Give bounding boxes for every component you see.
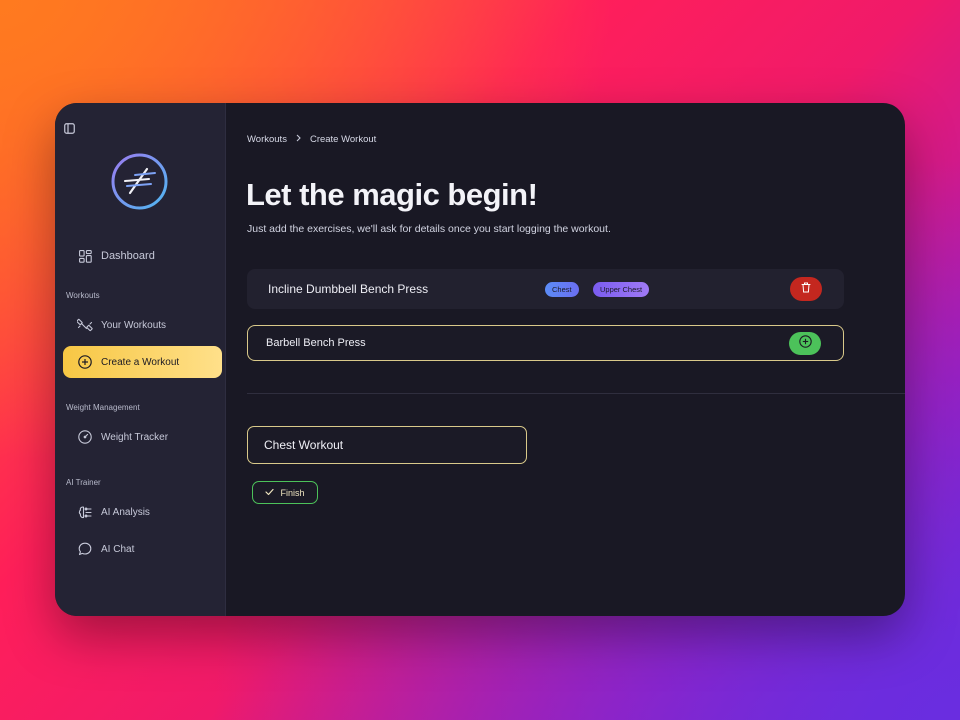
- plus-circle-icon: [77, 354, 93, 370]
- sidebar-item-weight-tracker[interactable]: Weight Tracker: [63, 421, 222, 453]
- muscle-tag: Chest: [545, 282, 579, 297]
- sidebar-item-label: Your Workouts: [101, 319, 167, 331]
- sidebar-item-your-workouts[interactable]: Your Workouts: [63, 309, 222, 341]
- workout-name-input[interactable]: [247, 426, 527, 464]
- divider: [247, 393, 905, 394]
- app-logo: [111, 153, 168, 210]
- main-content: Workouts Create Workout Let the magic be…: [226, 103, 905, 616]
- plus-circle-icon: [798, 334, 812, 353]
- delete-exercise-button[interactable]: [790, 277, 822, 301]
- sidebar-item-label: AI Analysis: [101, 506, 150, 518]
- page-subtitle: Just add the exercises, we'll ask for de…: [247, 223, 611, 235]
- sidebar-item-label: Weight Tracker: [101, 431, 169, 443]
- exercise-search-value: Barbell Bench Press: [266, 337, 366, 349]
- sidebar-item-dashboard[interactable]: Dashboard: [63, 240, 222, 272]
- sidebar-item-create-workout[interactable]: Create a Workout: [63, 346, 222, 378]
- breadcrumb: Workouts Create Workout: [247, 134, 376, 145]
- dumbbell-icon: [77, 317, 93, 333]
- trash-icon: [801, 280, 811, 298]
- sidebar-item-label: Dashboard: [101, 250, 155, 262]
- breadcrumb-link-workouts[interactable]: Workouts: [247, 134, 287, 145]
- add-exercise-row[interactable]: Barbell Bench Press: [247, 325, 844, 361]
- chevron-right-icon: [295, 134, 302, 145]
- section-label-weight: Weight Management: [66, 403, 140, 412]
- add-exercise-button[interactable]: [789, 332, 821, 355]
- app-window: Dashboard Workouts Your Workouts Create …: [55, 103, 905, 616]
- sidebar-item-ai-analysis[interactable]: AI Analysis: [63, 496, 222, 528]
- sidebar-toggle-icon[interactable]: [64, 121, 76, 134]
- brain-icon: [77, 504, 93, 520]
- exercise-name: Incline Dumbbell Bench Press: [268, 282, 429, 296]
- exercise-row: Incline Dumbbell Bench Press Chest Upper…: [247, 269, 844, 309]
- muscle-tag: Upper Chest: [593, 282, 650, 297]
- section-label-ai: AI Trainer: [66, 478, 101, 487]
- finish-button[interactable]: Finish: [252, 481, 318, 504]
- breadcrumb-current: Create Workout: [309, 134, 377, 145]
- sidebar: Dashboard Workouts Your Workouts Create …: [55, 103, 226, 616]
- chat-bubble-icon: [77, 541, 93, 557]
- sidebar-item-label: AI Chat: [101, 543, 135, 555]
- page-title: Let the magic begin!: [246, 177, 538, 212]
- check-icon: [265, 488, 275, 498]
- finish-label: Finish: [280, 487, 305, 498]
- sidebar-item-label: Create a Workout: [101, 356, 180, 368]
- sidebar-item-ai-chat[interactable]: AI Chat: [63, 533, 222, 565]
- gauge-icon: [77, 429, 93, 445]
- section-label-workouts: Workouts: [66, 291, 100, 300]
- dashboard-icon: [77, 248, 93, 264]
